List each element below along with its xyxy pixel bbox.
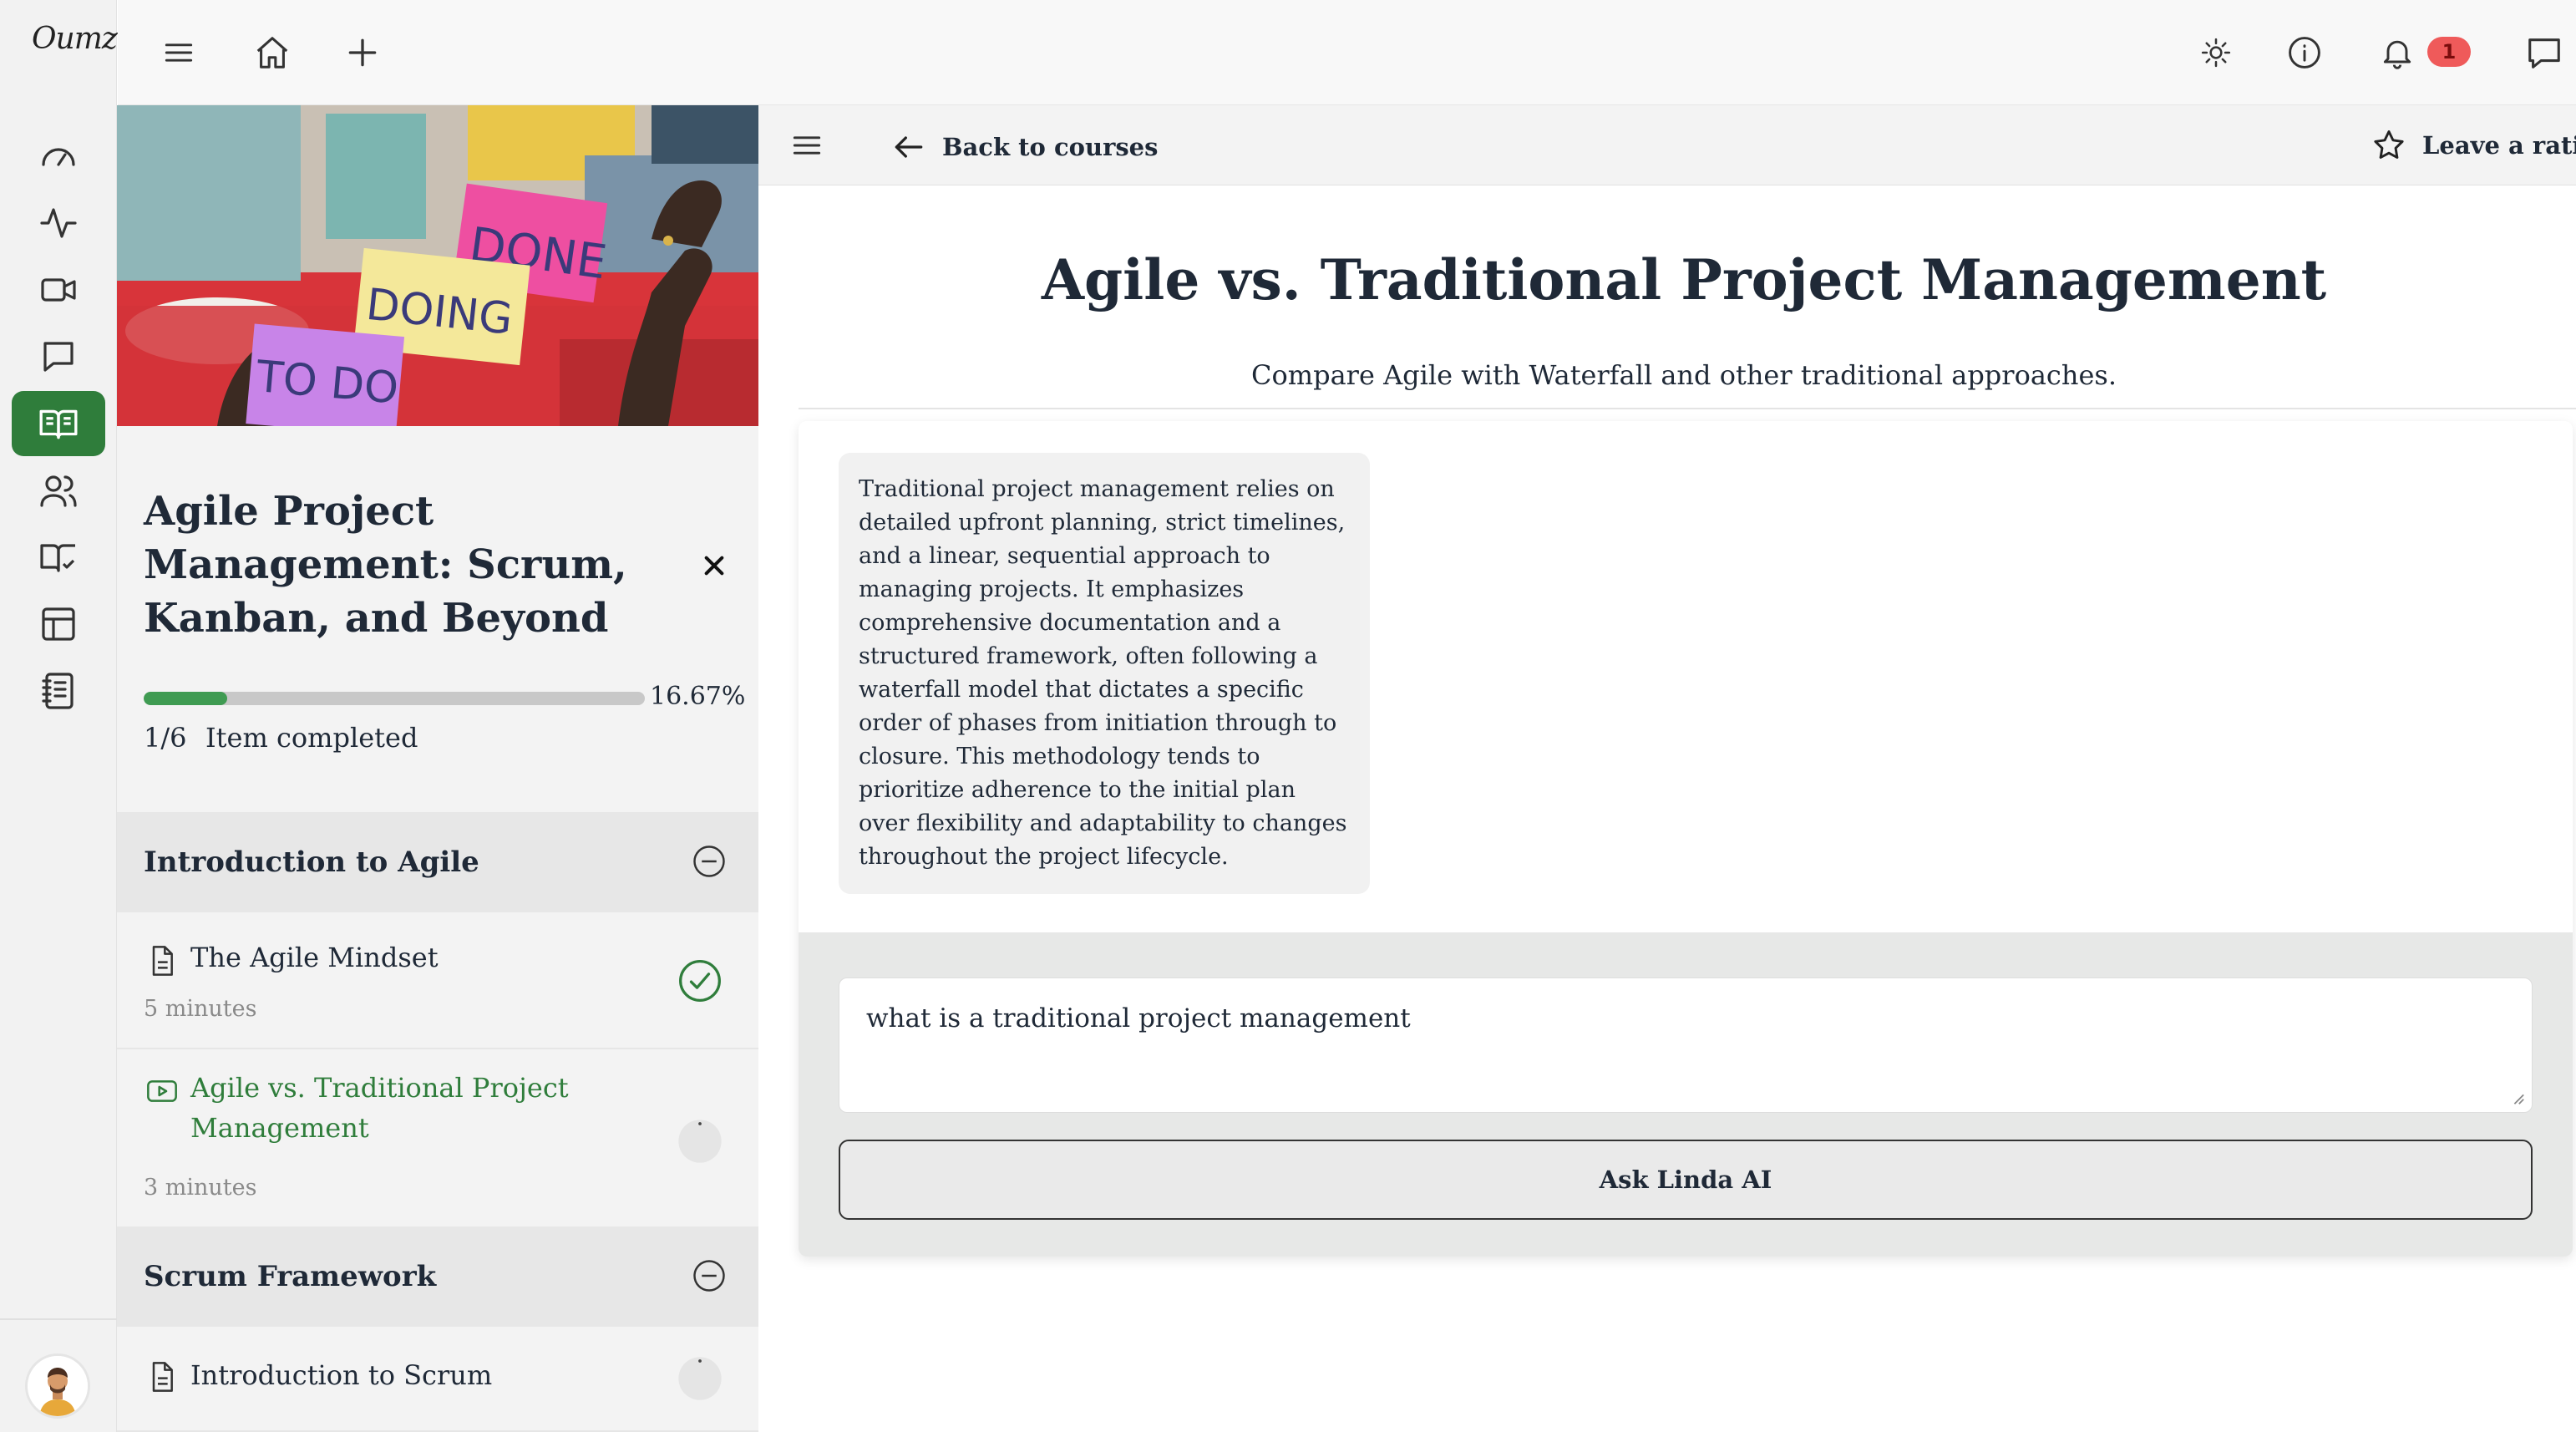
notification-badge: 1 — [2427, 37, 2471, 67]
chat-messages: Traditional project management relies on… — [799, 421, 2573, 932]
theme-toggle-button[interactable] — [2192, 28, 2240, 77]
close-icon — [704, 556, 724, 576]
section-title: Introduction to Agile — [144, 845, 479, 879]
rail-notes[interactable] — [12, 658, 105, 724]
back-to-courses-button[interactable]: Back to courses — [890, 129, 1158, 165]
course-progress-bar — [144, 692, 645, 705]
message-icon — [2528, 38, 2560, 69]
menu-icon — [793, 136, 821, 155]
completed-check-icon — [679, 960, 721, 1002]
video-play-icon — [147, 1080, 177, 1102]
document-icon — [152, 1362, 173, 1392]
user-avatar[interactable] — [25, 1353, 90, 1419]
arrow-left-icon — [895, 136, 923, 158]
lesson-title-heading: Agile vs. Traditional Project Management — [1041, 247, 2327, 312]
back-label: Back to courses — [942, 133, 1159, 161]
collapse-icon[interactable] — [692, 844, 727, 879]
info-button[interactable] — [2280, 28, 2329, 77]
dashboard-icon — [42, 148, 75, 166]
lesson-duration: 5 minutes — [144, 996, 257, 1022]
users-icon — [40, 475, 77, 507]
info-icon — [2289, 37, 2320, 69]
pending-status-icon — [678, 1357, 722, 1400]
collapse-icon[interactable] — [692, 1258, 727, 1293]
bell-icon — [2383, 40, 2411, 69]
book-check-icon — [40, 544, 75, 572]
resize-handle-icon[interactable] — [2510, 1090, 2525, 1105]
lesson-title: The Agile Mindset — [190, 942, 439, 973]
close-course-button[interactable] — [693, 545, 735, 587]
rail-book-check[interactable] — [12, 525, 105, 590]
pending-status-icon — [678, 1120, 722, 1163]
notifications-button[interactable] — [2373, 28, 2421, 77]
rail-chat[interactable] — [12, 324, 105, 389]
sun-icon — [2201, 38, 2231, 68]
home-button[interactable] — [248, 28, 297, 77]
activity-icon — [40, 208, 77, 238]
rail-dashboard[interactable] — [12, 124, 105, 189]
top-bar: 1 — [118, 0, 2576, 105]
leave-rating-button[interactable]: Leave a rating — [2371, 127, 2576, 164]
lesson-title-current: Agile vs. Traditional Project Management — [190, 1072, 569, 1144]
star-icon — [2374, 130, 2404, 159]
rail-video[interactable] — [12, 257, 105, 322]
ask-linda-ai-button[interactable]: Ask Linda AI — [839, 1140, 2533, 1220]
layout-icon — [42, 607, 75, 641]
chat-input-value: what is a traditional project management — [866, 1003, 1411, 1033]
messages-button[interactable] — [2520, 28, 2568, 77]
rail-layout[interactable] — [12, 592, 105, 657]
rating-label: Leave a rating — [2422, 131, 2576, 160]
document-icon — [152, 946, 173, 976]
rail-courses[interactable] — [12, 391, 105, 456]
video-icon — [41, 278, 76, 302]
menu-button[interactable] — [155, 28, 203, 77]
plus-icon — [348, 38, 377, 67]
chat-icon — [43, 342, 74, 372]
course-title: Agile Project Management: Scrum, Kanban,… — [144, 488, 627, 642]
course-sidebar: DONE DOING TO DO Agile Project Managemen… — [117, 105, 758, 1432]
progress-fill — [144, 692, 228, 705]
notes-icon — [42, 673, 74, 709]
chat-input-area: what is a traditional project management… — [799, 932, 2573, 1257]
section-title: Scrum Framework — [144, 1260, 437, 1293]
lesson-subtitle: Compare Agile with Waterfall and other t… — [1251, 359, 2117, 391]
progress-label: Item completed — [205, 722, 418, 754]
rail-users[interactable] — [12, 458, 105, 523]
app-rail: Oumz — [0, 0, 118, 1432]
chat-question-input[interactable]: what is a traditional project management — [839, 978, 2533, 1113]
rail-divider — [0, 1318, 117, 1320]
ai-chat-panel: Traditional project management relies on… — [799, 421, 2573, 1257]
lesson-item-agile-mindset[interactable]: The Agile Mindset 5 minutes — [117, 912, 758, 1049]
lesson-duration: 3 minutes — [144, 1175, 257, 1201]
progress-count: 1/6 — [144, 722, 187, 754]
lesson-item-intro-scrum[interactable]: Introduction to Scrum — [117, 1327, 758, 1432]
menu-icon — [165, 43, 193, 62]
add-button[interactable] — [338, 28, 387, 77]
lesson-title: Introduction to Scrum — [190, 1359, 493, 1391]
progress-percent: 16.67% — [650, 682, 746, 711]
ai-response-message: Traditional project management relies on… — [839, 453, 1370, 894]
content-divider — [799, 408, 2576, 409]
rail-activity[interactable] — [12, 190, 105, 256]
lesson-toolbar: Back to courses Leave a rating — [758, 105, 2576, 185]
home-icon — [256, 37, 288, 69]
section-header-scrum[interactable]: Scrum Framework — [117, 1226, 758, 1327]
lesson-item-agile-vs-traditional[interactable]: Agile vs. Traditional Project Management… — [117, 1049, 758, 1226]
outline-toggle-button[interactable] — [789, 127, 829, 167]
course-hero-image: DONE DOING TO DO — [117, 105, 758, 426]
courses-icon — [39, 409, 78, 439]
app-logo[interactable]: Oumz — [32, 22, 118, 56]
section-header-introduction[interactable]: Introduction to Agile — [117, 812, 758, 912]
